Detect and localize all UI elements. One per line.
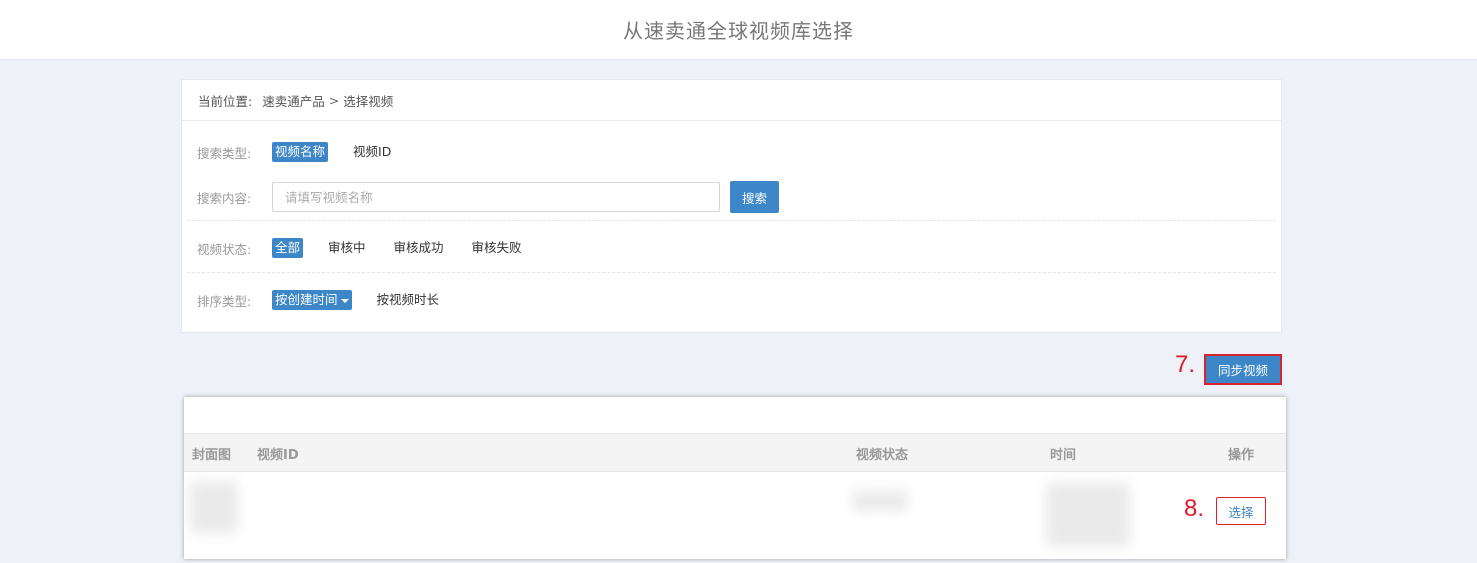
select-video-button[interactable]: 选择 [1216, 497, 1266, 525]
sort-option-duration[interactable]: 按视频时长 [374, 290, 443, 310]
search-type-option-name[interactable]: 视频名称 [272, 142, 329, 162]
sort-option-created-time[interactable]: 按创建时间 [272, 290, 352, 310]
status-option-approved[interactable]: 审核成功 [391, 238, 447, 258]
video-table: 封面图 视频ID 视频状态 时间 操作 8. 选择 [184, 397, 1286, 559]
status-option-rejected[interactable]: 审核失败 [469, 238, 525, 258]
sort-option-created-time-label: 按创建时间 [275, 292, 338, 307]
time-cell-blurred [1046, 483, 1130, 547]
cover-thumbnail [190, 481, 238, 533]
search-input[interactable] [272, 182, 720, 212]
breadcrumb-prefix: 当前位置: [198, 93, 253, 109]
status-option-all[interactable]: 全部 [272, 238, 304, 258]
sync-button-highlight: 同步视频 [1204, 354, 1282, 385]
column-video-id: 视频ID [257, 448, 299, 463]
column-time: 时间 [1050, 448, 1077, 463]
sync-videos-button[interactable]: 同步视频 [1217, 360, 1268, 379]
breadcrumb: 当前位置: 速卖通产品 > 选择视频 [182, 80, 1281, 121]
status-option-reviewing[interactable]: 审核中 [325, 238, 369, 258]
search-type-label: 搜索类型: [197, 145, 252, 161]
column-video-status: 视频状态 [856, 448, 909, 463]
filter-panel: 当前位置: 速卖通产品 > 选择视频 搜索类型: 视频名称 视频ID 搜索内容:… [181, 79, 1282, 333]
breadcrumb-current: 选择视频 [343, 93, 394, 109]
table-header: 封面图 视频ID 视频状态 时间 操作 [184, 433, 1286, 472]
page-title: 从速卖通全球视频库选择 [623, 19, 854, 43]
status-cell-blurred [852, 491, 908, 511]
top-bar: 从速卖通全球视频库选择 [0, 0, 1477, 60]
column-cover: 封面图 [192, 448, 232, 463]
video-status-row: 视频状态: 全部 审核中 审核成功 审核失败 [197, 238, 547, 258]
search-type-row: 搜索类型: 视频名称 视频ID [197, 142, 416, 162]
sort-type-row: 排序类型: 按创建时间 按视频时长 [197, 290, 464, 310]
breadcrumb-parent[interactable]: 速卖通产品 [262, 91, 325, 110]
divider [187, 272, 1276, 273]
video-status-label: 视频状态: [197, 241, 252, 257]
search-content-row: 搜索内容: 搜索 [197, 181, 780, 213]
search-button[interactable]: 搜索 [730, 181, 780, 213]
breadcrumb-separator: > [328, 92, 340, 108]
search-type-option-id[interactable]: 视频ID [350, 142, 394, 162]
divider [187, 220, 1276, 221]
step-7-label: 7. [1175, 351, 1196, 378]
sort-type-label: 排序类型: [197, 293, 252, 309]
column-actions: 操作 [1228, 448, 1255, 463]
caret-down-icon [340, 298, 349, 303]
search-content-label: 搜索内容: [197, 190, 252, 206]
step-8-label: 8. [1184, 495, 1205, 522]
